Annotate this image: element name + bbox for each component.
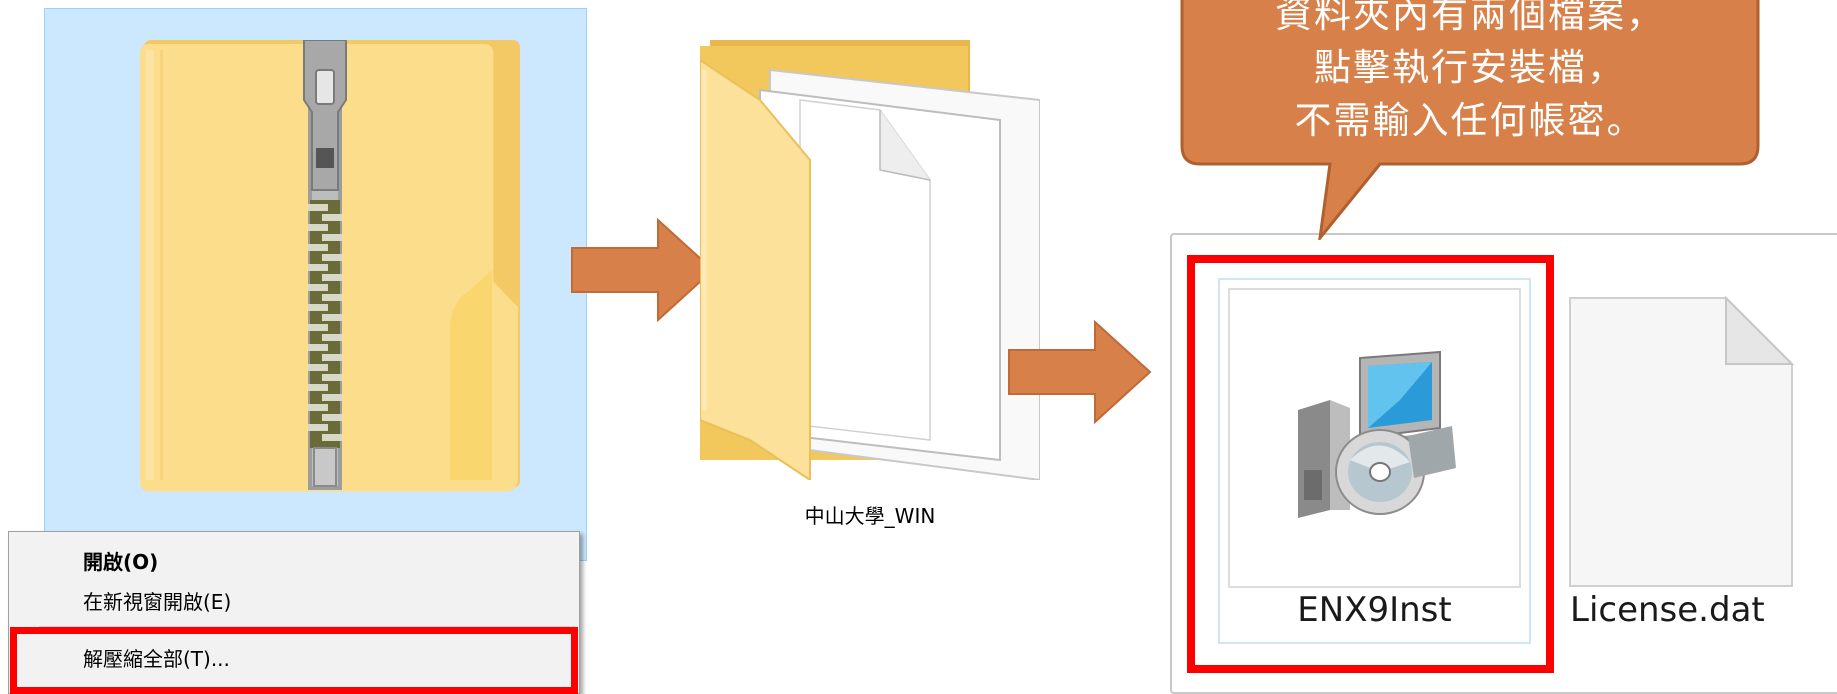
extract-all-highlight-box	[10, 627, 578, 694]
callout-line: 資料夾內有兩個檔案，	[1275, 0, 1665, 36]
blank-file-icon	[1569, 296, 1795, 587]
callout-line: 不需輸入任何帳密。	[1294, 99, 1646, 142]
folder-icon	[700, 40, 1040, 480]
folder-name-label: 中山大學_WIN	[804, 504, 936, 528]
menu-item-open[interactable]: 開啟(O)	[9, 544, 579, 580]
installer-highlight-box	[1187, 255, 1554, 673]
zip-folder-icon	[140, 40, 520, 492]
menu-item-open-new-window[interactable]: 在新視窗開啟(E)	[9, 584, 579, 620]
right-arrow-icon	[571, 218, 715, 322]
right-arrow-icon	[1008, 320, 1152, 424]
callout-line: 點擊執行安裝檔，	[1314, 46, 1626, 89]
callout-text: 資料夾內有兩個檔案， 點擊執行安裝檔， 不需輸入任何帳密。	[1205, 0, 1735, 147]
file-name-label[interactable]: License.dat	[1570, 590, 1837, 630]
